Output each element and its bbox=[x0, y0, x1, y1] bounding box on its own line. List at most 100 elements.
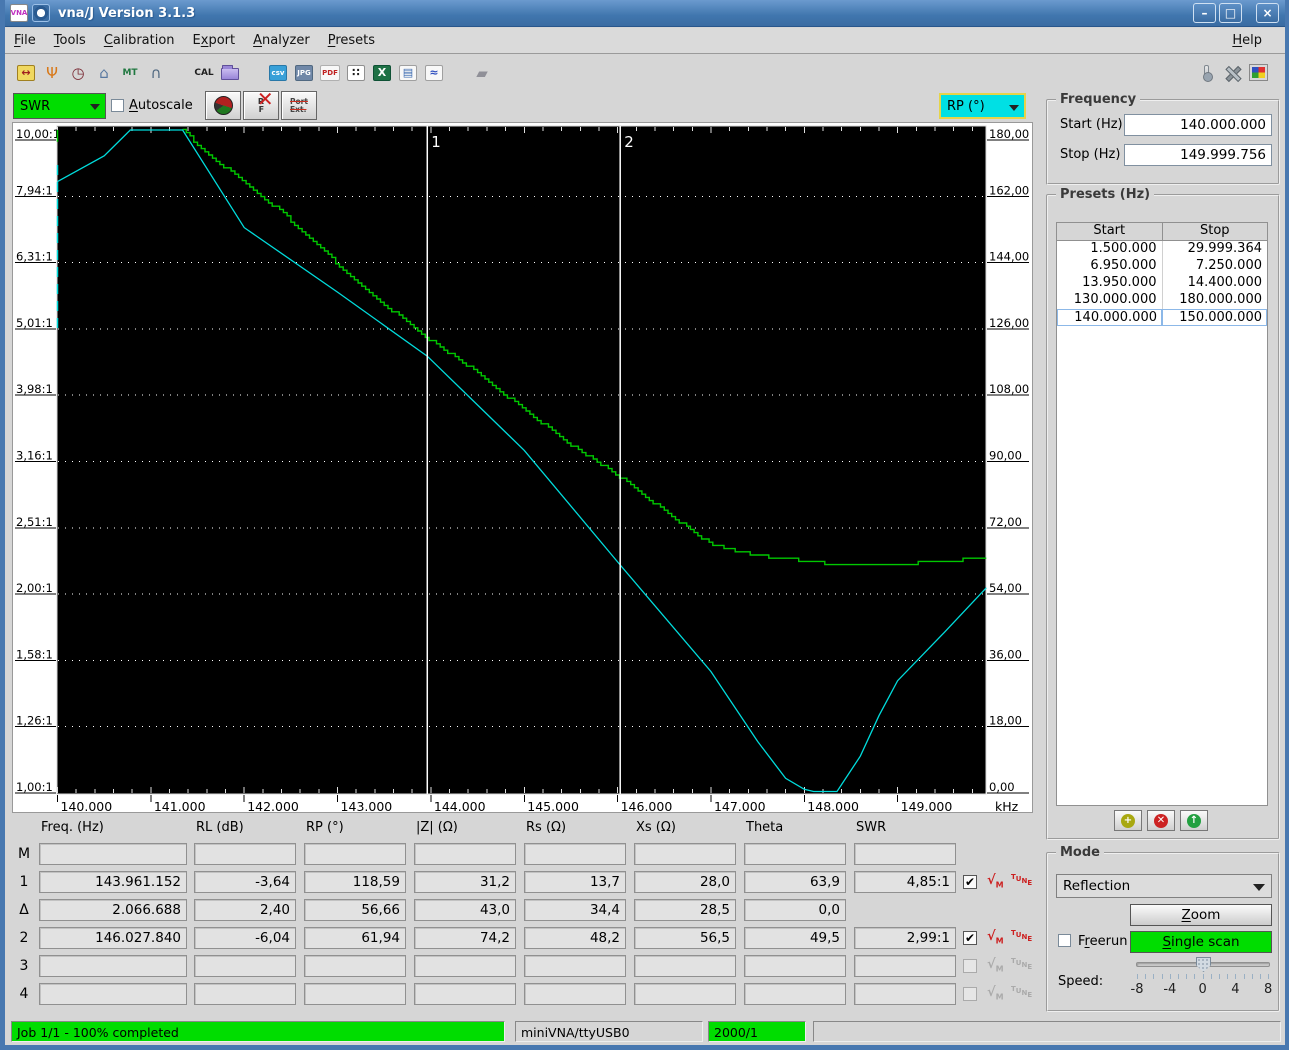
menu-file[interactable]: File bbox=[5, 30, 45, 51]
wavelength-ruler-icon[interactable]: ↔ bbox=[14, 61, 38, 85]
right-scale-select[interactable]: RP (°) bbox=[939, 93, 1026, 119]
marker-field[interactable] bbox=[634, 843, 736, 865]
clock-gauge-icon[interactable]: ◷ bbox=[66, 61, 90, 85]
marker-field[interactable]: 2.066.688 bbox=[39, 899, 187, 921]
marker-field[interactable] bbox=[524, 843, 626, 865]
single-scan-button[interactable]: Single scan bbox=[1130, 931, 1272, 953]
freerun-checkbox[interactable] bbox=[1058, 934, 1071, 947]
tune-icon[interactable]: TUNE bbox=[1011, 929, 1032, 943]
marker-field[interactable]: 31,2 bbox=[414, 871, 516, 893]
marker-field[interactable]: 28,5 bbox=[634, 899, 736, 921]
marker-field[interactable] bbox=[414, 955, 516, 977]
preset-cell[interactable]: 130.000.000 bbox=[1057, 292, 1163, 309]
preset-cell[interactable]: 140.000.000 bbox=[1057, 309, 1162, 326]
marker-field[interactable] bbox=[524, 983, 626, 1005]
window-menu-icon[interactable] bbox=[32, 4, 50, 22]
marker-field[interactable]: 56,66 bbox=[304, 899, 406, 921]
marker-field[interactable]: 146.027.840 bbox=[39, 927, 187, 949]
settings-tools-icon[interactable] bbox=[1220, 61, 1244, 85]
speed-slider-thumb[interactable] bbox=[1196, 957, 1211, 972]
smith-chart-button[interactable] bbox=[205, 91, 241, 120]
marker-field[interactable] bbox=[194, 843, 296, 865]
tune-icon[interactable]: TUNE bbox=[1011, 873, 1032, 887]
start-hz-field[interactable]: 140.000.000 bbox=[1124, 114, 1272, 136]
marker-field[interactable] bbox=[634, 955, 736, 977]
marker-field[interactable]: 2,40 bbox=[194, 899, 296, 921]
export-xls-icon[interactable]: X bbox=[370, 61, 394, 85]
preset-row[interactable]: 140.000.000 150.000.000 bbox=[1057, 309, 1267, 326]
preset-row[interactable]: 1.500.000 29.999.364 bbox=[1057, 241, 1267, 258]
report-icon[interactable]: ▤ bbox=[396, 61, 420, 85]
marker-field[interactable] bbox=[39, 983, 187, 1005]
marker-field[interactable] bbox=[304, 843, 406, 865]
tune-icon[interactable]: TUNE bbox=[1011, 985, 1032, 999]
marker-visible-checkbox[interactable]: ✔ bbox=[963, 875, 977, 889]
magnet-icon[interactable]: ∩ bbox=[144, 61, 168, 85]
marker-field[interactable] bbox=[304, 983, 406, 1005]
marker-field[interactable] bbox=[414, 983, 516, 1005]
presets-column-header[interactable]: Stop bbox=[1163, 223, 1268, 240]
preset-delete-button[interactable]: ✕ bbox=[1147, 810, 1175, 831]
marker-field[interactable]: 48,2 bbox=[524, 927, 626, 949]
preset-cell[interactable]: 13.950.000 bbox=[1057, 275, 1163, 292]
antenna-icon[interactable]: Ψ bbox=[40, 61, 64, 85]
marker-field[interactable]: 28,0 bbox=[634, 871, 736, 893]
marker-visible-checkbox[interactable] bbox=[963, 987, 977, 1001]
menu-help[interactable]: Help bbox=[1223, 30, 1271, 51]
preset-load-button[interactable]: ↑ bbox=[1180, 810, 1208, 831]
reflection-loss-off-button[interactable]: RF bbox=[243, 91, 279, 120]
generator-icon[interactable]: ⌂ bbox=[92, 61, 116, 85]
marker-field[interactable] bbox=[744, 955, 846, 977]
marker-field[interactable]: 74,2 bbox=[414, 927, 516, 949]
mode-select[interactable]: Reflection bbox=[1056, 874, 1272, 898]
sqrt-marker-icon[interactable]: √M bbox=[987, 873, 1004, 890]
marker-visible-checkbox[interactable]: ✔ bbox=[963, 931, 977, 945]
menu-analyzer[interactable]: Analyzer bbox=[244, 30, 319, 51]
sqrt-marker-icon[interactable]: √M bbox=[987, 957, 1004, 974]
marker-field[interactable]: 61,94 bbox=[304, 927, 406, 949]
preset-row[interactable]: 6.950.000 7.250.000 bbox=[1057, 258, 1267, 275]
plot-area[interactable] bbox=[56, 125, 987, 795]
marker-field[interactable]: 43,0 bbox=[414, 899, 516, 921]
marker-field[interactable]: 13,7 bbox=[524, 871, 626, 893]
preset-row[interactable]: 130.000.000 180.000.000 bbox=[1057, 292, 1267, 309]
export-csv-icon[interactable]: csv bbox=[266, 61, 290, 85]
marker-field[interactable]: 63,9 bbox=[744, 871, 846, 893]
color-palette-icon[interactable] bbox=[1246, 61, 1270, 85]
marker-field[interactable]: -3,64 bbox=[194, 871, 296, 893]
marker-field[interactable]: 49,5 bbox=[744, 927, 846, 949]
minimize-button[interactable]: – bbox=[1193, 3, 1216, 23]
open-folder-icon[interactable] bbox=[218, 61, 242, 85]
close-button[interactable]: × bbox=[1256, 3, 1279, 23]
export-jpg-icon[interactable]: JPG bbox=[292, 61, 316, 85]
export-pdf-icon[interactable]: PDF bbox=[318, 61, 342, 85]
sample-points-icon[interactable]: ∷ bbox=[344, 61, 368, 85]
preset-cell[interactable]: 180.000.000 bbox=[1163, 292, 1268, 309]
marker-visible-checkbox[interactable] bbox=[963, 959, 977, 973]
menu-presets[interactable]: Presets bbox=[319, 30, 384, 51]
sqrt-marker-icon[interactable]: √M bbox=[987, 985, 1004, 1002]
menu-tools[interactable]: Tools bbox=[45, 30, 95, 51]
chart-canvas[interactable]: 140.000 141.000 142.000 143.000 144.000 145.0… bbox=[13, 123, 1032, 814]
menu-export[interactable]: Export bbox=[184, 30, 245, 51]
zoom-button[interactable]: Zoom bbox=[1130, 904, 1272, 926]
maximize-button[interactable]: □ bbox=[1219, 3, 1242, 23]
port-extension-off-button[interactable]: Port Ext. bbox=[281, 91, 317, 120]
marker-field[interactable] bbox=[194, 983, 296, 1005]
marker-field[interactable]: 143.961.152 bbox=[39, 871, 187, 893]
marker-field[interactable]: 2,99:1 bbox=[854, 927, 956, 949]
presets-column-header[interactable]: Start bbox=[1057, 223, 1163, 240]
title-bar[interactable]: VNA vna/J Version 3.1.3 – □ × bbox=[5, 0, 1285, 27]
preset-row[interactable]: 13.950.000 14.400.000 bbox=[1057, 275, 1267, 292]
preset-cell[interactable]: 7.250.000 bbox=[1163, 258, 1268, 275]
marker-field[interactable]: 0,0 bbox=[744, 899, 846, 921]
preset-cell[interactable]: 6.950.000 bbox=[1057, 258, 1163, 275]
sqrt-marker-icon[interactable]: √M bbox=[987, 929, 1004, 946]
autoscale-checkbox[interactable] bbox=[111, 99, 124, 112]
marker-field[interactable]: 34,4 bbox=[524, 899, 626, 921]
preset-cell[interactable]: 14.400.000 bbox=[1163, 275, 1268, 292]
marker-field[interactable] bbox=[744, 983, 846, 1005]
marker-field[interactable] bbox=[854, 983, 956, 1005]
stop-hz-field[interactable]: 149.999.756 bbox=[1124, 144, 1272, 166]
marker-field[interactable]: 56,5 bbox=[634, 927, 736, 949]
